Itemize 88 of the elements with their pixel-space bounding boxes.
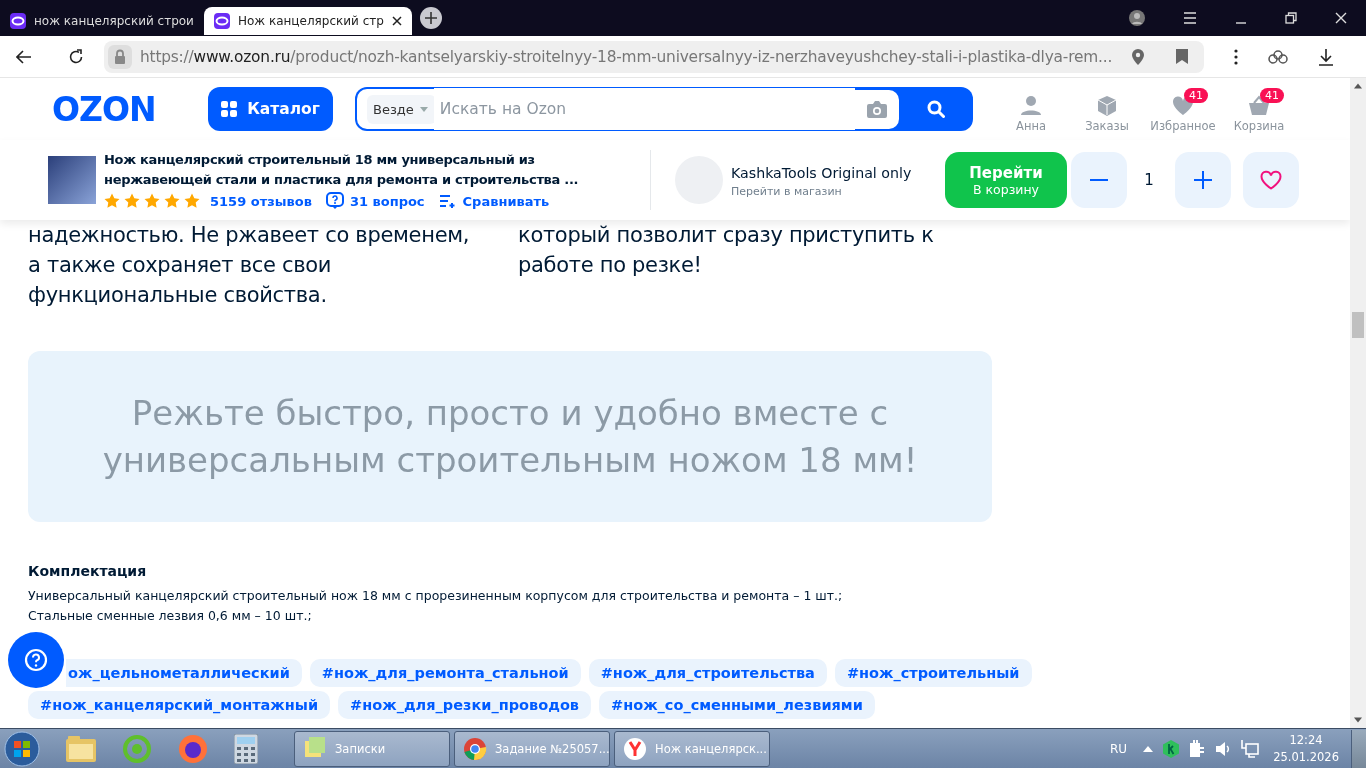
browser-fox-icon[interactable]: [178, 733, 208, 764]
new-tab-icon[interactable]: [419, 7, 442, 29]
minus-icon: [1090, 179, 1108, 181]
star-icon: [104, 193, 120, 209]
reload-icon[interactable]: [68, 48, 84, 65]
kit-item: Стальные сменные лезвия 0,6 мм – 10 шт.;: [28, 607, 313, 625]
extension-icon[interactable]: [1268, 49, 1288, 64]
scope-dropdown[interactable]: Везде: [357, 89, 434, 129]
hashtag-chip[interactable]: #нож_для_ремонта_стальной: [309, 659, 581, 687]
calculator-icon[interactable]: [234, 733, 258, 764]
question-icon: [325, 192, 344, 210]
kit-item: Универсальный канцелярский строительный нож 18 мм с прорезиненным корпусом для строительства и ремонта – 1 шт.;: [28, 587, 844, 605]
browser-tab[interactable]: Нож канцелярский стр: [203, 7, 412, 35]
search-icon: [927, 100, 945, 118]
favorite-button[interactable]: [1243, 152, 1299, 208]
clock-date: 25.01.2026: [1273, 748, 1339, 766]
network-icon[interactable]: [1241, 739, 1260, 758]
product-thumbnail[interactable]: [48, 156, 96, 204]
seller-name[interactable]: KashkaTools Original only: [731, 162, 912, 183]
hashtag-chip[interactable]: ож_цельнометаллический: [66, 659, 302, 687]
clock-time: 12:24: [1289, 731, 1323, 749]
show-desktop-button[interactable]: [1351, 729, 1366, 768]
menu-icon[interactable]: [1183, 12, 1197, 24]
description-text: который позволит сразу приступить к: [518, 222, 935, 249]
hashtag-chip[interactable]: #нож_для_резки_проводов: [338, 691, 592, 719]
lock-icon: [108, 44, 132, 69]
banner-text: Режьте быстро, просто и удобно вместе с универсальным строительным ножом 18 мм!: [101, 391, 919, 482]
restore-icon[interactable]: [1285, 12, 1297, 24]
compare-link[interactable]: Сравнивать: [462, 193, 550, 209]
heart-icon: [1260, 170, 1282, 190]
nav-link[interactable]: Заказы: [1069, 85, 1145, 133]
box-icon: [1096, 94, 1118, 116]
catalog-button[interactable]: Каталог: [208, 87, 333, 131]
back-icon[interactable]: [16, 49, 32, 64]
antivirus-icon[interactable]: [1163, 739, 1180, 758]
nav-link[interactable]: Анна: [993, 85, 1069, 133]
scrollbar[interactable]: [1350, 78, 1366, 728]
compare-icon: [438, 194, 457, 208]
url-text: https://www.ozon.ru/product/nozh-kantselyarskiy-stroitelnyy-18-mm-universalnyy-iz-nerzhaveyushchey-stali-i-plastika-dlya-rem...: [140, 47, 1112, 66]
increase-button[interactable]: [1175, 152, 1231, 208]
section-heading: Комплектация: [28, 563, 148, 579]
speaker-icon[interactable]: [1215, 740, 1232, 757]
language-indicator[interactable]: RU: [1110, 741, 1128, 756]
yandex-browser-icon: [623, 736, 647, 761]
nav-link[interactable]: 41 Избранное: [1145, 85, 1221, 133]
person-icon: [1020, 94, 1042, 116]
star-icon: [184, 193, 200, 209]
hashtag-chip[interactable]: #нож_канцелярский_монтажный: [28, 691, 331, 719]
hashtag-chip[interactable]: #нож_строительный: [834, 659, 1032, 687]
site-icon: [213, 13, 230, 29]
more-icon[interactable]: [1234, 48, 1238, 65]
hashtag-chip[interactable]: #нож_для_строительства: [588, 659, 827, 687]
caret-icon: [419, 106, 428, 112]
search-field[interactable]: Искать на Ozon: [433, 88, 855, 130]
description-text: функциональные свойства.: [28, 282, 328, 309]
count-badge: 41: [1260, 87, 1284, 103]
star-icon: [124, 193, 140, 209]
description-text: а также сохраняет все свои: [28, 252, 333, 279]
count-badge: 41: [1184, 87, 1208, 103]
star-icon: [164, 193, 180, 209]
site-icon: [10, 13, 26, 29]
power-plug-icon[interactable]: [1189, 739, 1206, 758]
ozon-logo[interactable]: OZON: [52, 89, 184, 129]
address-field[interactable]: https://www.ozon.ru/product/nozh-kantselyarskiy-stroitelnyy-18-mm-universalnyy-iz-nerzhaveyushchey-stali-i-plastika-dlya-rem...: [104, 40, 1204, 73]
reviews-link[interactable]: 5159 отзывов: [210, 193, 312, 209]
close-icon[interactable]: [391, 16, 402, 26]
plus-icon: [1194, 171, 1212, 189]
star-icon: [144, 193, 160, 209]
quantity-value: 1: [1143, 171, 1155, 189]
scroll-thumb[interactable]: [1352, 312, 1364, 338]
description-text: надежностью. Не ржавеет со временем,: [28, 222, 471, 249]
profile-icon[interactable]: [1129, 10, 1145, 26]
help-button[interactable]: [8, 632, 64, 688]
questions-link[interactable]: 31 вопрос: [349, 193, 425, 209]
location-pin-icon[interactable]: [1132, 48, 1144, 65]
chrome-icon: [463, 736, 487, 761]
tray-arrow-icon[interactable]: [1143, 745, 1154, 752]
hashtag-chip[interactable]: #нож_со_сменными_лезвиями: [599, 691, 875, 719]
grid-icon: [221, 101, 238, 117]
product-title: Нож канцелярский строительный 18 мм универсальный из нержавеющей стали и пластика для ремонта и строительства ...: [104, 151, 580, 189]
start-button[interactable]: [4, 730, 40, 767]
download-icon[interactable]: [1318, 47, 1334, 66]
description-text: работе по резке!: [518, 252, 703, 279]
store-link[interactable]: Перейти в магазин: [731, 184, 912, 198]
bookmark-icon[interactable]: [1176, 49, 1188, 64]
nav-link[interactable]: 41 Корзина: [1221, 85, 1297, 133]
browser-tab[interactable]: нож канцелярский строи: [0, 7, 204, 35]
camera-icon[interactable]: [855, 89, 899, 129]
